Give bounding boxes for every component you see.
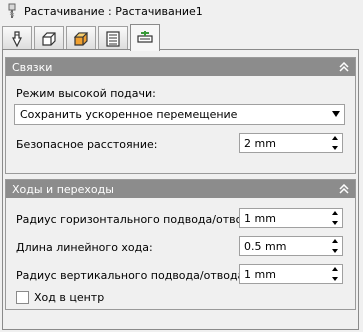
safe-distance-label: Безопасное расстояние: (16, 138, 158, 151)
list-icon (106, 30, 120, 47)
feed-mode-value: Сохранить ускоренное перемещение (20, 108, 238, 121)
tab-stock[interactable] (34, 26, 64, 50)
spinner[interactable] (328, 265, 342, 283)
safe-distance-value: 2 mm (244, 136, 276, 150)
vert-radius-field[interactable]: 1 mm (239, 264, 343, 284)
spinner[interactable] (328, 134, 342, 152)
spinner[interactable] (328, 237, 342, 255)
center-pass-row[interactable]: Ход в центр (16, 291, 104, 304)
linear-length-field[interactable]: 0.5 mm (239, 236, 343, 256)
center-pass-label: Ход в центр (34, 291, 105, 304)
center-pass-checkbox[interactable] (16, 291, 29, 304)
passes-section-title: Ходы и переходы (12, 182, 114, 196)
links-section-header[interactable]: Связки (6, 58, 355, 76)
horiz-radius-field[interactable]: 1 mm (239, 208, 343, 228)
tab-parameters[interactable] (98, 26, 128, 50)
tab-bar (2, 22, 361, 51)
spin-up-icon[interactable] (332, 211, 338, 215)
collapse-icon[interactable] (337, 182, 351, 196)
drill-icon (8, 3, 16, 18)
orange-box-icon (73, 31, 89, 46)
links-section-title: Связки (12, 60, 53, 74)
feed-mode-label: Режим высокой подачи: (16, 87, 156, 100)
tab-links[interactable] (130, 24, 160, 51)
spin-down-icon[interactable] (332, 249, 338, 253)
feed-mode-select[interactable]: Сохранить ускоренное перемещение (14, 104, 345, 125)
links-icon (137, 31, 153, 43)
horiz-radius-value: 1 mm (244, 211, 276, 225)
title-bar: Растачивание : Растачивание1 (0, 0, 363, 22)
tab-tool[interactable] (2, 26, 32, 50)
passes-section-header[interactable]: Ходы и переходы (6, 180, 355, 198)
window-title: Растачивание : Растачивание1 (24, 4, 203, 18)
tab-geometry[interactable] (66, 26, 96, 50)
linear-length-value: 0.5 mm (244, 239, 287, 253)
spinner[interactable] (328, 209, 342, 227)
vert-radius-value: 1 mm (244, 267, 276, 281)
chevron-down-icon (332, 111, 340, 117)
linear-length-label: Длина линейного хода: (16, 241, 153, 254)
spin-up-icon[interactable] (332, 267, 338, 271)
tab-panel: Связки Режим высокой подачи: Сохранить у… (2, 49, 359, 330)
spin-up-icon[interactable] (332, 239, 338, 243)
spin-down-icon[interactable] (332, 146, 338, 150)
tool-icon (12, 30, 22, 47)
collapse-icon[interactable] (337, 60, 351, 74)
spin-down-icon[interactable] (332, 277, 338, 281)
passes-section: Ходы и переходы Радиус горизонтального п… (5, 179, 356, 310)
safe-distance-field[interactable]: 2 mm (239, 133, 343, 153)
spin-up-icon[interactable] (332, 136, 338, 140)
stock-box-icon (42, 31, 56, 46)
horiz-radius-label: Радиус горизонтального подвода/отвода: (16, 213, 261, 226)
spin-down-icon[interactable] (332, 221, 338, 225)
links-section: Связки Режим высокой подачи: Сохранить у… (5, 57, 356, 174)
vert-radius-label: Радиус вертикального подвода/отвода: (16, 269, 248, 282)
